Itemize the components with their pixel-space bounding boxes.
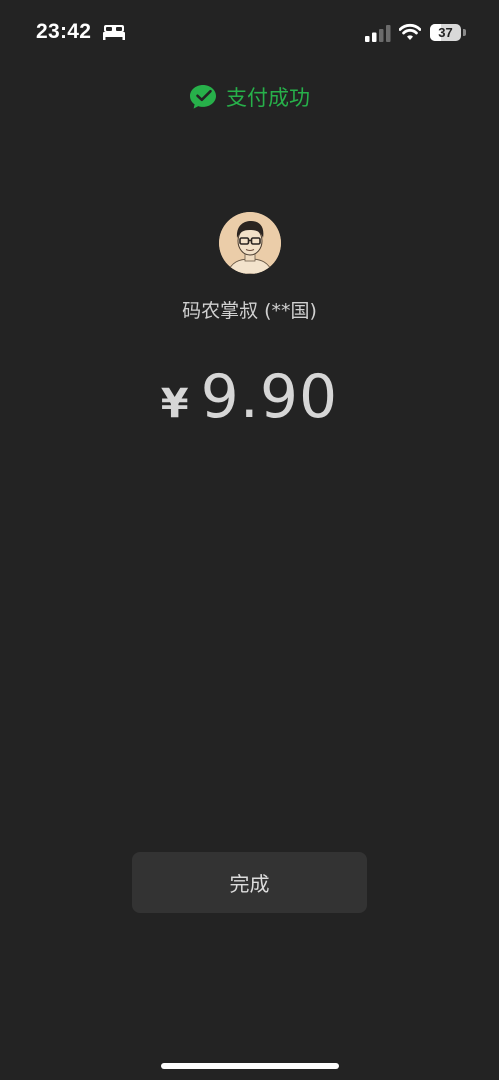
bed-icon [103,24,125,40]
home-indicator[interactable] [161,1063,339,1069]
payment-success-title: 支付成功 [226,86,310,110]
signal-icon [365,25,391,42]
payment-success-header: 支付成功 [0,80,499,114]
currency-symbol: ¥ [160,381,189,427]
amount-value: 9.90 [200,362,339,432]
battery-icon: 37 [430,24,461,41]
battery-percentage: 37 [438,25,453,40]
battery-tip [463,29,466,36]
avatar[interactable] [219,212,281,274]
status-bar: 23:42 37 [0,0,499,66]
merchant-name: 码农掌叔 (**国) [182,300,317,322]
wifi-icon [398,23,422,41]
wechat-pay-icon [189,84,217,110]
status-time: 23:42 [36,20,92,43]
payment-amount: ¥ 9.90 [0,362,499,432]
done-button[interactable]: 完成 [132,852,367,913]
